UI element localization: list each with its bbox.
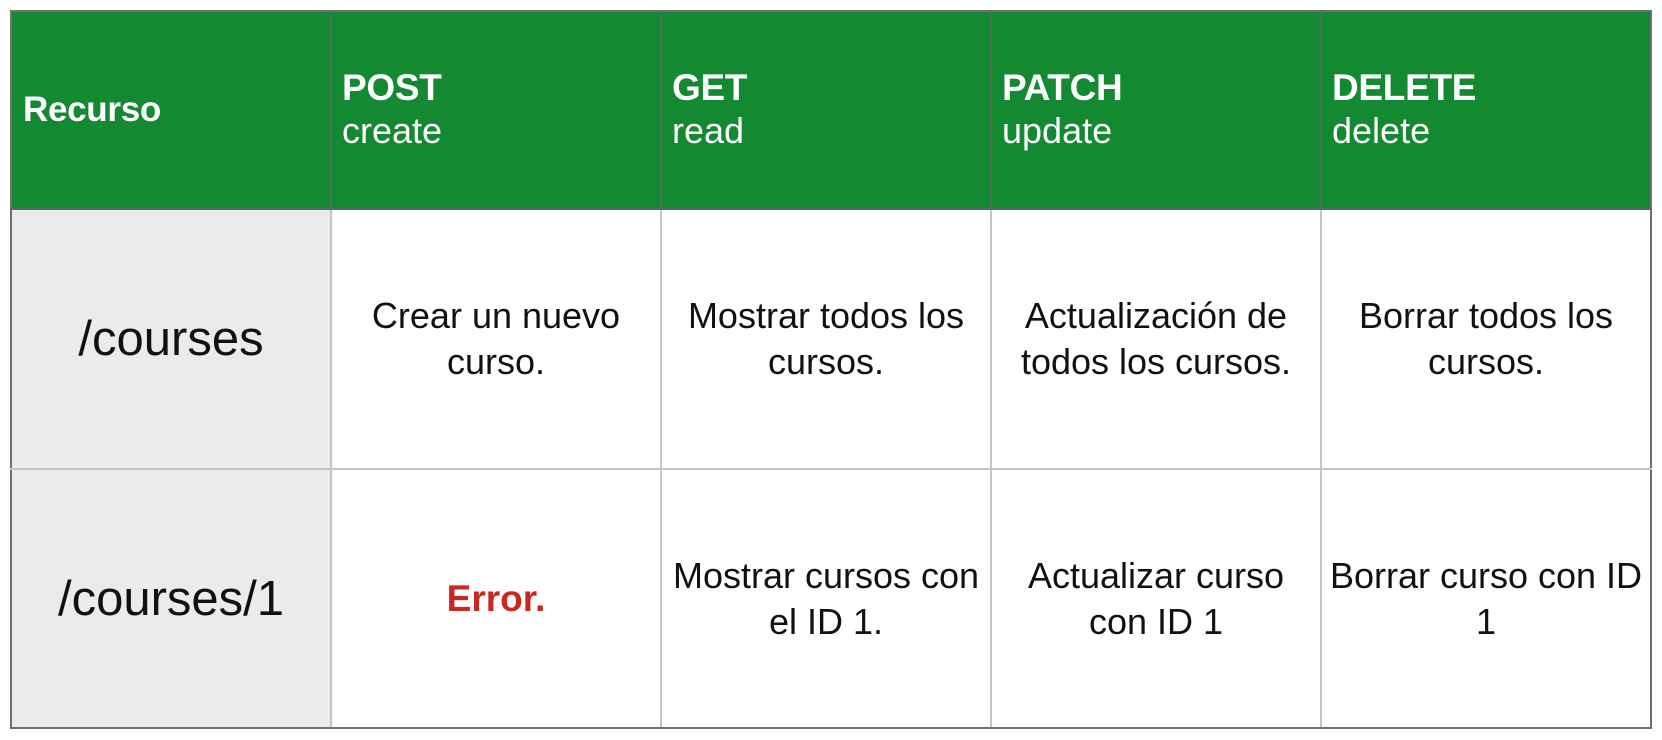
crud-table: Recurso POST create GET read PATCH updat… — [10, 10, 1652, 729]
method-name-get: GET — [672, 67, 748, 109]
cell-course-1-post: Error. — [330, 468, 662, 729]
method-action-delete: delete — [1332, 110, 1431, 152]
error-text: Error. — [446, 577, 546, 619]
header-cell-post: POST create — [330, 10, 662, 210]
resource-cell-courses: /courses — [10, 207, 332, 471]
cell-courses-delete: Borrar todos los cursos. — [1320, 207, 1652, 471]
method-action-patch: update — [1002, 110, 1113, 152]
cell-course-1-get: Mostrar cursos con el ID 1. — [660, 468, 992, 729]
header-cell-get: GET read — [660, 10, 992, 210]
header-cell-resource: Recurso — [10, 10, 332, 210]
method-name-delete: DELETE — [1332, 67, 1477, 109]
header-cell-patch: PATCH update — [990, 10, 1322, 210]
method-action-post: create — [342, 110, 443, 152]
method-name-post: POST — [342, 67, 442, 109]
method-name-patch: PATCH — [1002, 67, 1123, 109]
cell-course-1-patch: Actualizar curso con ID 1 — [990, 468, 1322, 729]
cell-course-1-delete: Borrar curso con ID 1 — [1320, 468, 1652, 729]
cell-courses-get: Mostrar todos los cursos. — [660, 207, 992, 471]
table-row-course-1: /courses/1 Error. Mostrar cursos con el … — [10, 468, 1652, 729]
resource-heading: Recurso — [23, 89, 161, 129]
resource-cell-course-1: /courses/1 — [10, 468, 332, 729]
cell-courses-patch: Actualización de todos los cursos. — [990, 207, 1322, 471]
table-row-courses: /courses Crear un nuevo curso. Mostrar t… — [10, 207, 1652, 471]
method-action-get: read — [672, 110, 745, 152]
cell-courses-post: Crear un nuevo curso. — [330, 207, 662, 471]
header-row: Recurso POST create GET read PATCH updat… — [10, 10, 1652, 210]
header-cell-delete: DELETE delete — [1320, 10, 1652, 210]
